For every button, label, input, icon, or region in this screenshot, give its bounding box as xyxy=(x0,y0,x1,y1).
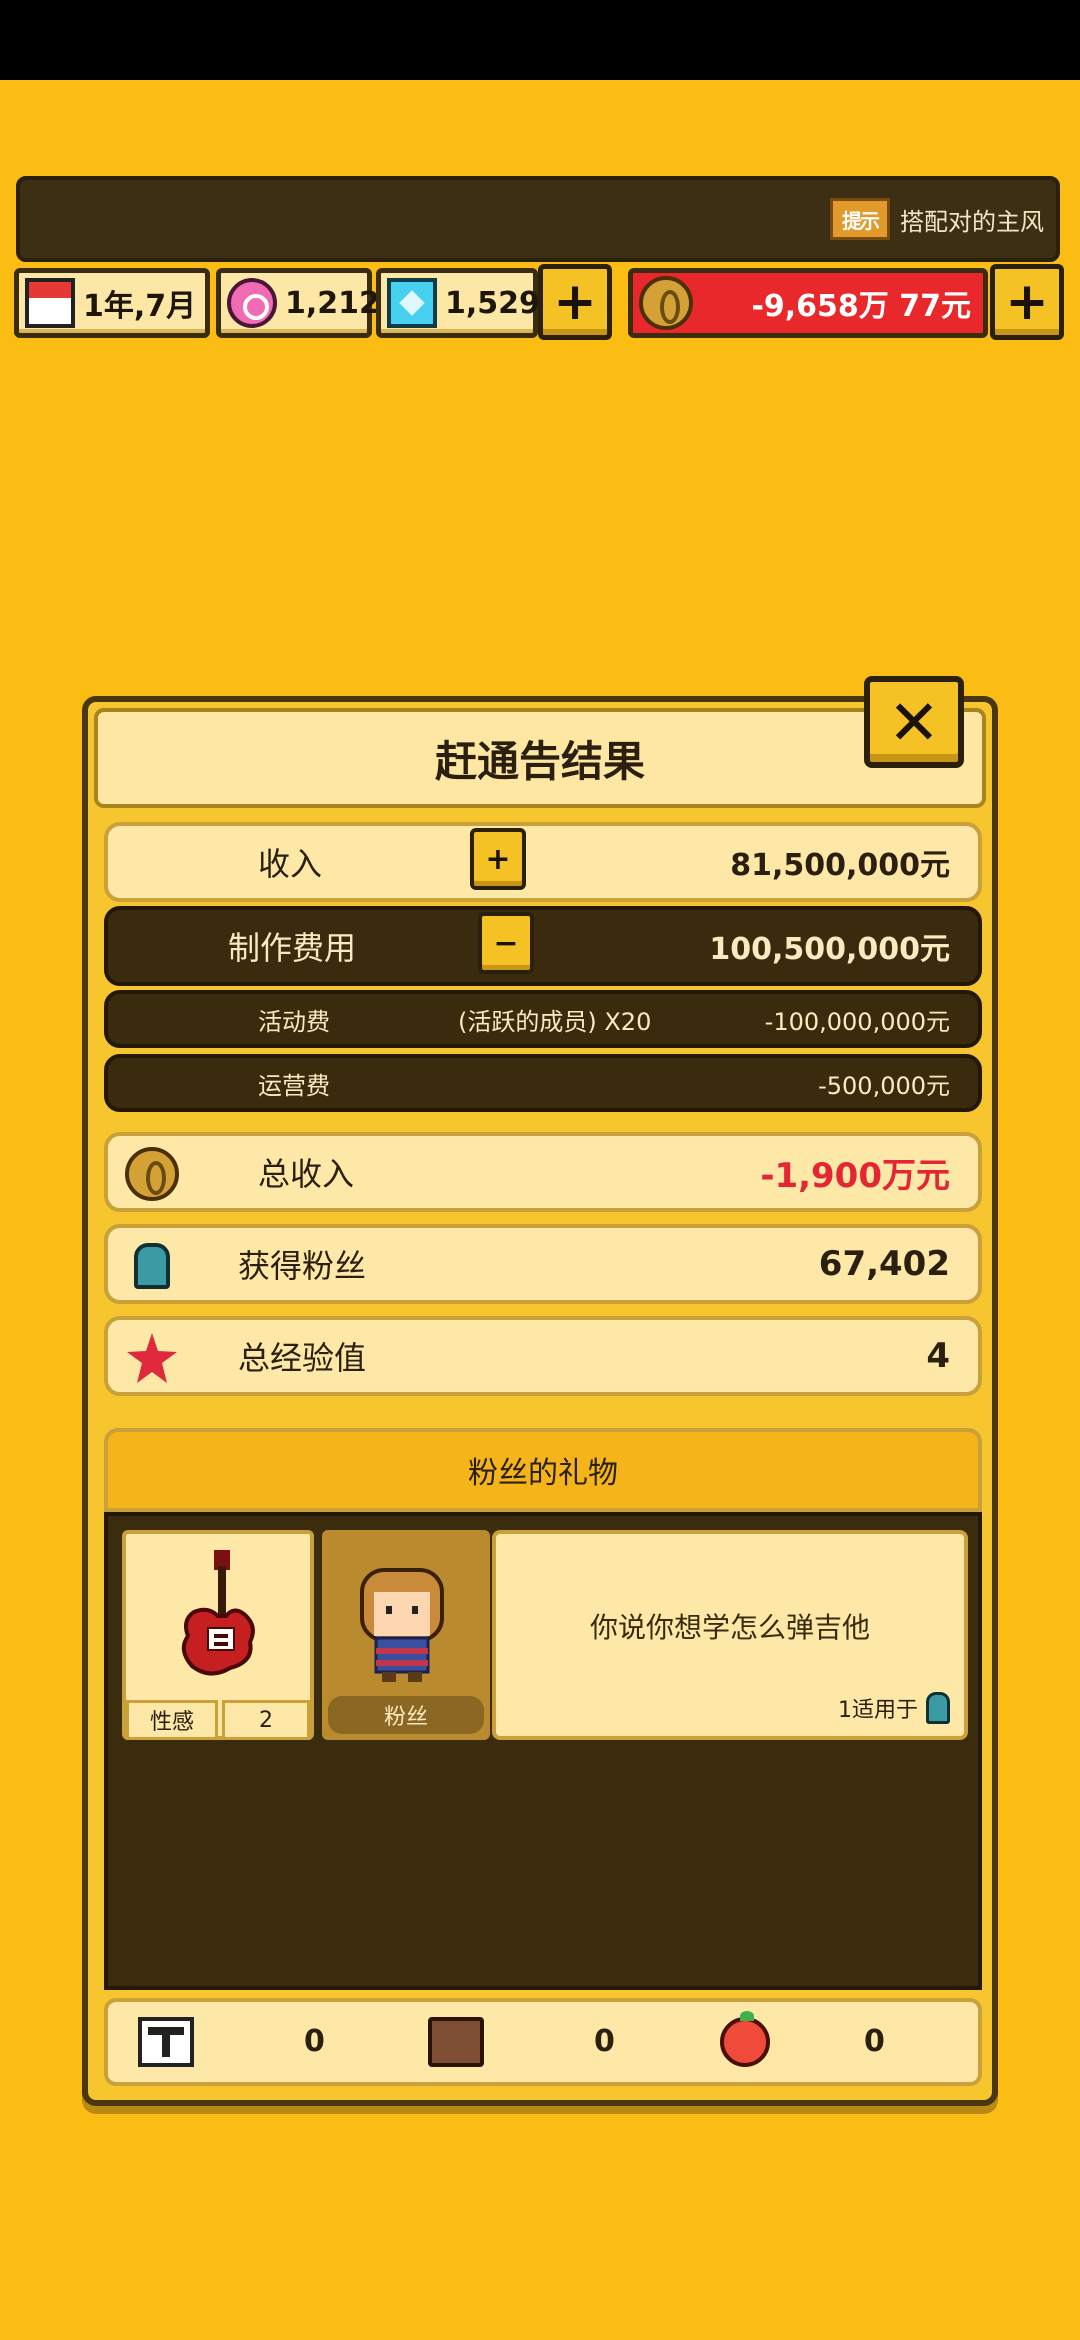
apple-icon xyxy=(720,2011,770,2067)
status-bar xyxy=(0,0,1080,80)
exp-value: 4 xyxy=(926,1336,950,1376)
fan-icon xyxy=(926,1692,950,1724)
total-income-value: -1,900万元 xyxy=(760,1155,950,1196)
operating-fee-label: 运营费 xyxy=(258,1071,330,1100)
pink-currency-value: 1,212 xyxy=(285,285,380,321)
pole-count: 0 xyxy=(304,2024,325,2059)
total-income-row: 总收入 -1,900万元 xyxy=(104,1132,982,1212)
exp-row: 总经验值 4 xyxy=(104,1316,982,1396)
hint-badge: 提示 xyxy=(830,198,890,240)
hint-area[interactable]: 提示 搭配对的主风 xyxy=(830,198,1044,240)
operating-fee-value: -500,000元 xyxy=(818,1071,950,1100)
gift-applies: 1适用于 xyxy=(838,1692,950,1724)
fans-value: 67,402 xyxy=(818,1244,950,1284)
calendar-icon xyxy=(25,278,75,328)
fans-row: 获得粉丝 67,402 xyxy=(104,1224,982,1304)
pole-item[interactable] xyxy=(138,2014,194,2070)
coin-icon xyxy=(125,1147,179,1201)
date-value: 1年,7月 xyxy=(83,289,197,324)
income-label: 收入 xyxy=(258,845,323,883)
operating-fee-row: 运营费 -500,000元 xyxy=(104,1054,982,1112)
coin-icon xyxy=(639,276,693,330)
cost-value: 100,500,000元 xyxy=(709,932,950,967)
money-value: -9,658万 77元 xyxy=(751,289,971,324)
bag-count: 0 xyxy=(594,2024,615,2059)
income-value: 81,500,000元 xyxy=(730,848,950,883)
diamond-value: 1,529 xyxy=(445,285,540,321)
date-box: 1年,7月 xyxy=(14,268,210,338)
exp-label: 总经验值 xyxy=(238,1339,367,1377)
inventory-bar: 0 0 0 xyxy=(104,1998,982,2086)
pink-currency-box: 1,212 xyxy=(216,268,380,338)
gift-giver: 粉丝 xyxy=(328,1696,484,1734)
activity-fee-row: 活动费 (活跃的成员) X20 -100,000,000元 xyxy=(104,990,982,1048)
hint-bar: 提示 搭配对的主风 xyxy=(16,176,1060,262)
diamond-icon xyxy=(387,278,437,328)
gift-item-card[interactable]: 性感 2 xyxy=(122,1530,314,1740)
add-currency-button[interactable]: + xyxy=(538,264,612,340)
activity-fee-value: -100,000,000元 xyxy=(764,1007,950,1036)
gift-panel: 性感 2 粉丝 你说你想学怎么弹吉他 1适用于 xyxy=(104,1512,982,1990)
item-attr-label: 性感 xyxy=(126,1700,218,1740)
pole-icon xyxy=(138,2017,194,2067)
money-box: -9,658万 77元 xyxy=(628,268,988,338)
fan-card: 粉丝 xyxy=(322,1530,490,1740)
bag-icon xyxy=(428,2017,484,2067)
gift-message: 你说你想学怎么弹吉他 xyxy=(589,1611,870,1644)
pink-gem-icon xyxy=(227,278,277,328)
applies-text: 1适用于 xyxy=(838,1698,918,1723)
item-attr-value: 2 xyxy=(222,1700,310,1740)
result-dialog: 赶通告结果 ✕ 收入 + 81,500,000元 制作费用 − 100,500,… xyxy=(82,676,998,2106)
cost-row: 制作费用 − 100,500,000元 xyxy=(104,906,982,986)
apple-item[interactable] xyxy=(720,2011,770,2070)
cost-label: 制作费用 xyxy=(228,929,357,967)
activity-fee-detail: (活跃的成员) X20 xyxy=(458,1007,652,1036)
hint-text: 搭配对的主风 xyxy=(900,207,1044,236)
gift-title: 粉丝的礼物 xyxy=(104,1428,982,1512)
gift-message-card: 你说你想学怎么弹吉他 1适用于 xyxy=(492,1530,968,1740)
plus-sign-icon: + xyxy=(470,828,526,890)
fans-label: 获得粉丝 xyxy=(238,1247,367,1285)
star-icon xyxy=(127,1333,177,1383)
fan-avatar xyxy=(360,1568,444,1682)
close-button[interactable]: ✕ xyxy=(864,676,964,768)
resource-row: 1年,7月 1,212 1,529 + -9,658万 77元 + xyxy=(14,264,1068,340)
total-income-label: 总收入 xyxy=(258,1155,355,1193)
bag-item[interactable] xyxy=(428,2014,484,2070)
fan-icon xyxy=(134,1243,170,1289)
minus-sign-icon: − xyxy=(478,912,534,974)
guitar-icon xyxy=(181,1550,255,1676)
dialog-title: 赶通告结果 xyxy=(94,708,986,808)
diamond-box: 1,529 xyxy=(376,268,540,338)
income-row: 收入 + 81,500,000元 xyxy=(104,822,982,902)
activity-fee-label: 活动费 xyxy=(258,1007,330,1036)
add-money-button[interactable]: + xyxy=(990,264,1064,340)
apple-count: 0 xyxy=(864,2024,885,2059)
